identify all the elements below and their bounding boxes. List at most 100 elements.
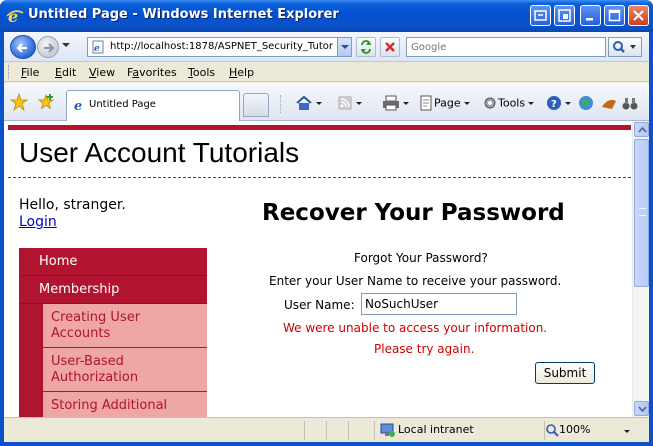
menu-favorites[interactable]: Favorites	[127, 66, 177, 79]
menu-file[interactable]: File	[21, 66, 39, 79]
header-divider	[8, 177, 631, 178]
status-pane	[304, 421, 305, 440]
menu-help[interactable]: Help	[229, 66, 254, 79]
page-menu-button[interactable]: Page	[418, 95, 470, 113]
close-icon	[633, 10, 644, 21]
zoom-icon[interactable]	[545, 423, 559, 437]
error-message-line2: Please try again.	[374, 342, 475, 356]
nav-subitem-label: User-Based Authorization	[51, 354, 139, 385]
scroll-up-button[interactable]	[634, 122, 649, 137]
back-button[interactable]	[10, 35, 36, 59]
nav-subitem-user-based-authorization[interactable]: User-Based Authorization	[43, 348, 207, 392]
messenger-button[interactable]	[600, 95, 618, 113]
address-toolbar: e http://localhost:1878/ASPNET_Security_…	[4, 32, 649, 62]
toolbar-grip[interactable]	[8, 65, 11, 79]
web-page: User Account Tutorials Hello, stranger. …	[4, 121, 631, 417]
vertical-scrollbar[interactable]	[632, 121, 649, 417]
gear-icon	[484, 97, 496, 109]
new-tab-button[interactable]	[243, 93, 269, 117]
username-input[interactable]: NoSuchUser	[361, 293, 517, 315]
status-pane	[348, 421, 349, 440]
page-header-bar	[8, 125, 631, 130]
page-icon: e	[92, 40, 104, 54]
nav-submenu: Creating User Accounts User-Based Author…	[19, 304, 207, 417]
minimize-button[interactable]	[580, 5, 601, 26]
help-button[interactable]: ?	[546, 95, 571, 113]
scroll-down-button[interactable]	[634, 401, 649, 416]
side-navigation: Home Membership Creating User Accounts U…	[19, 248, 207, 417]
home-icon	[296, 95, 312, 110]
nav-pane-button[interactable]	[530, 5, 551, 26]
menu-view[interactable]: View	[89, 66, 115, 79]
tools-menu-button[interactable]: Tools	[482, 95, 535, 113]
zoom-level[interactable]: 100%	[559, 423, 590, 436]
favorites-star-icon[interactable]	[10, 93, 28, 111]
menu-bar: File Edit View Favorites Tools Help	[4, 62, 649, 82]
browser-window: e Untitled Page - Windows Internet Explo…	[0, 0, 653, 446]
refresh-icon	[361, 40, 371, 54]
ie-page-icon: e	[74, 99, 82, 112]
research-button[interactable]	[578, 95, 594, 113]
refresh-button[interactable]	[356, 37, 376, 57]
address-dropdown-button[interactable]	[337, 38, 351, 56]
feeds-button[interactable]	[337, 95, 362, 113]
username-label: User Name:	[284, 298, 355, 312]
security-zone-label: Local intranet	[398, 423, 474, 436]
search-icon	[613, 41, 636, 53]
login-link[interactable]: Login	[19, 214, 57, 230]
nav-item-home[interactable]: Home	[19, 248, 207, 276]
svg-text:e: e	[8, 7, 18, 25]
research-tool-button[interactable]	[622, 95, 638, 113]
tab-label: Untitled Page	[89, 99, 156, 110]
search-box[interactable]	[406, 37, 606, 57]
menu-tools[interactable]: Tools	[188, 66, 215, 79]
greeting-text: Hello, stranger.	[19, 197, 126, 213]
back-arrow-icon	[16, 43, 27, 53]
nav-item-membership[interactable]: Membership	[19, 276, 207, 304]
window-icon	[558, 9, 571, 22]
rss-feed-icon	[338, 96, 352, 110]
recent-pages-dropdown[interactable]	[62, 43, 70, 47]
svg-text:e: e	[74, 99, 82, 112]
status-pane	[326, 421, 327, 440]
maximize-icon	[608, 9, 621, 22]
nav-item-label: Membership	[39, 282, 120, 297]
page-menu-icon	[420, 95, 432, 111]
compat-button[interactable]	[554, 5, 575, 26]
submit-button[interactable]: Submit	[535, 362, 595, 384]
title-bar[interactable]: e Untitled Page - Windows Internet Explo…	[0, 0, 653, 32]
page-heading: Recover Your Password	[262, 200, 565, 226]
username-value: NoSuchUser	[365, 297, 439, 311]
forward-button[interactable]	[37, 36, 59, 58]
status-bar: Local intranet 100%	[4, 417, 649, 442]
nav-subitem-label: Storing Additional	[51, 398, 168, 413]
forgot-password-title: Forgot Your Password?	[354, 251, 488, 265]
svg-text:?: ?	[551, 99, 557, 110]
site-title: User Account Tutorials	[19, 137, 300, 168]
nav-subitem-creating-user-accounts[interactable]: Creating User Accounts	[43, 304, 207, 348]
stop-button[interactable]	[380, 37, 400, 57]
chevron-down-icon	[638, 406, 647, 412]
print-button[interactable]	[382, 95, 409, 113]
restore-panes-icon	[534, 10, 547, 21]
scroll-thumb[interactable]	[634, 139, 649, 287]
home-button[interactable]	[295, 95, 322, 113]
binoculars-icon	[622, 98, 638, 110]
zoom-dropdown-arrow[interactable]	[624, 430, 630, 433]
menu-edit[interactable]: Edit	[55, 66, 76, 79]
close-button[interactable]	[628, 5, 649, 26]
svg-text:e: e	[94, 44, 100, 54]
tab-bar: e Untitled Page Page Tools ?	[4, 83, 649, 121]
tab-untitled-page[interactable]: e Untitled Page	[66, 90, 240, 121]
content-viewport: User Account Tutorials Hello, stranger. …	[4, 121, 649, 417]
address-field[interactable]: e http://localhost:1878/ASPNET_Security_…	[87, 37, 352, 57]
nav-subitem-storing-additional[interactable]: Storing Additional	[43, 392, 207, 417]
nav-item-label: Home	[39, 254, 78, 269]
url-text[interactable]: http://localhost:1878/ASPNET_Security_Tu…	[110, 41, 335, 52]
add-favorites-icon[interactable]	[37, 93, 55, 111]
search-button[interactable]	[608, 37, 642, 57]
intranet-zone-icon	[380, 423, 395, 437]
search-input[interactable]	[411, 39, 601, 55]
maximize-button[interactable]	[604, 5, 625, 26]
globe-icon	[579, 96, 593, 110]
